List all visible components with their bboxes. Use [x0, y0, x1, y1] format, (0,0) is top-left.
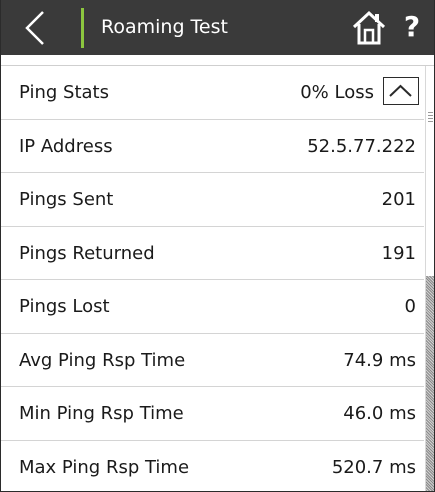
ping-stats-panel: Ping Stats 0% Loss IP Address 52.5.77.22…	[1, 66, 424, 491]
stat-value: 191	[381, 242, 416, 264]
stat-row-pings-lost: Pings Lost 0	[1, 280, 424, 334]
scrollbar-grip	[428, 112, 433, 122]
header-separator	[1, 55, 434, 66]
stat-row-min-rsp-time: Min Ping Rsp Time 46.0 ms	[1, 387, 424, 441]
home-icon	[352, 10, 386, 45]
scrollbar-thumb[interactable]	[426, 276, 434, 491]
scrollbar[interactable]	[425, 66, 434, 491]
stat-value: 520.7 ms	[331, 456, 416, 478]
stat-value: 0	[404, 296, 416, 317]
stat-row-ip-address: IP Address 52.5.77.222	[1, 120, 424, 173]
chevron-left-icon	[25, 11, 44, 45]
title-bar: Roaming Test ?	[1, 0, 434, 55]
stat-label: Avg Ping Rsp Time	[19, 349, 186, 371]
stat-row-pings-returned: Pings Returned 191	[1, 227, 424, 280]
section-title: Ping Stats	[19, 82, 109, 103]
stat-label: Pings Returned	[19, 242, 155, 264]
back-button[interactable]	[15, 8, 59, 48]
stat-row-pings-sent: Pings Sent 201	[1, 173, 424, 227]
stat-label: Max Ping Rsp Time	[19, 456, 190, 478]
app-window: Roaming Test ? Ping Stats 0% Loss IP Add…	[0, 0, 435, 492]
home-button[interactable]	[351, 10, 387, 46]
ping-stats-header[interactable]: Ping Stats 0% Loss	[1, 66, 424, 120]
chevron-up-icon	[389, 84, 412, 97]
accent-divider	[81, 8, 84, 48]
stat-row-max-rsp-time: Max Ping Rsp Time 520.7 ms	[1, 441, 424, 492]
stat-label: Pings Lost	[19, 296, 110, 317]
stat-label: Pings Sent	[19, 189, 114, 210]
page-title: Roaming Test	[101, 16, 228, 38]
collapse-button[interactable]	[383, 77, 419, 105]
stat-value: 52.5.77.222	[307, 135, 416, 157]
stat-value: 74.9 ms	[343, 349, 416, 371]
stat-value: 201	[381, 189, 416, 210]
loss-summary: 0% Loss	[300, 82, 374, 103]
stat-row-avg-rsp-time: Avg Ping Rsp Time 74.9 ms	[1, 334, 424, 387]
help-button[interactable]: ?	[397, 8, 427, 46]
stat-label: IP Address	[19, 135, 113, 157]
stat-label: Min Ping Rsp Time	[19, 403, 184, 424]
stat-value: 46.0 ms	[343, 403, 416, 424]
